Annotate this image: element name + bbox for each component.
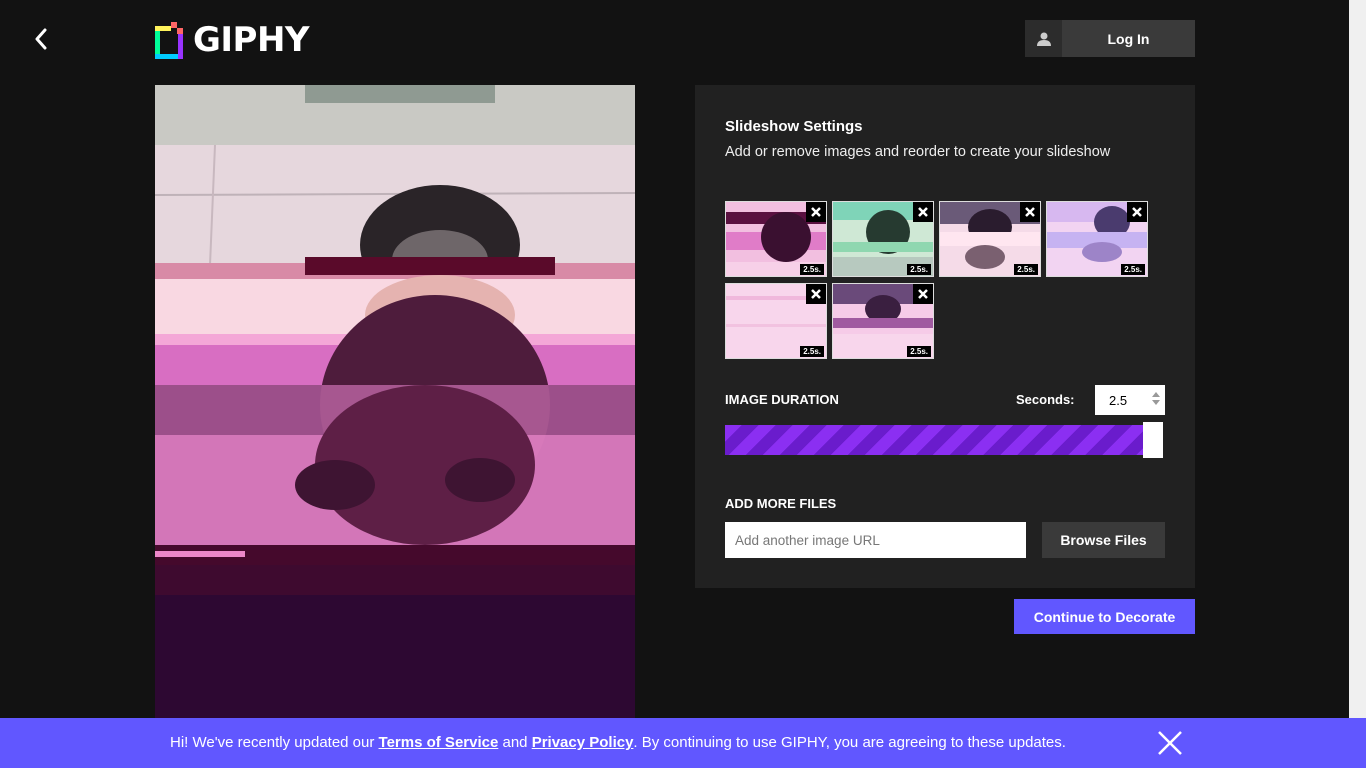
back-button[interactable]: [26, 24, 56, 54]
thumbnail-item[interactable]: 2.5s.: [939, 201, 1041, 277]
thumbnail-duration: 2.5s.: [907, 346, 931, 357]
thumbnail-item[interactable]: 2.5s.: [832, 201, 934, 277]
settings-title: Slideshow Settings: [725, 118, 863, 135]
slideshow-preview: [155, 85, 635, 718]
banner-prefix: Hi! We've recently updated our: [170, 734, 379, 751]
user-icon: [1025, 20, 1062, 57]
privacy-policy-link[interactable]: Privacy Policy: [532, 734, 634, 751]
back-arrow-icon: [35, 28, 47, 50]
seconds-value: 2.5: [1109, 392, 1128, 408]
close-icon[interactable]: [1157, 730, 1183, 756]
close-icon[interactable]: [1020, 202, 1040, 222]
settings-subtitle: Add or remove images and reorder to crea…: [725, 144, 1111, 160]
continue-to-decorate-button[interactable]: Continue to Decorate: [1014, 599, 1195, 634]
close-icon[interactable]: [913, 284, 933, 304]
seconds-input[interactable]: 2.5: [1095, 385, 1165, 415]
close-icon[interactable]: [913, 202, 933, 222]
close-icon[interactable]: [1127, 202, 1147, 222]
close-icon[interactable]: [806, 202, 826, 222]
thumbnail-duration: 2.5s.: [800, 346, 824, 357]
add-more-files-label: ADD MORE FILES: [725, 496, 837, 511]
thumbnail-item[interactable]: 2.5s.: [1046, 201, 1148, 277]
thumbnail-item[interactable]: 2.5s.: [725, 201, 827, 277]
thumbnail-duration: 2.5s.: [1014, 264, 1038, 275]
close-icon[interactable]: [806, 284, 826, 304]
slider-track: [725, 425, 1143, 455]
thumbnail-item[interactable]: 2.5s.: [832, 283, 934, 359]
slideshow-settings-panel: Slideshow Settings Add or remove images …: [695, 85, 1195, 588]
banner-and: and: [498, 734, 532, 751]
duration-slider[interactable]: [725, 422, 1165, 458]
terms-update-banner: Hi! We've recently updated our Terms of …: [0, 718, 1366, 768]
spinner-icon[interactable]: [1151, 390, 1161, 407]
login-button[interactable]: Log In: [1025, 20, 1195, 57]
seconds-label: Seconds:: [1016, 392, 1075, 407]
thumbnail-duration: 2.5s.: [907, 264, 931, 275]
slider-handle[interactable]: [1143, 422, 1163, 458]
terms-of-service-link[interactable]: Terms of Service: [379, 734, 499, 751]
thumbnail-item[interactable]: 2.5s.: [725, 283, 827, 359]
scrollbar[interactable]: [1349, 0, 1366, 718]
image-duration-label: IMAGE DURATION: [725, 392, 839, 407]
giphy-logo-icon: [155, 21, 183, 59]
login-label: Log In: [1107, 30, 1150, 47]
browse-files-button[interactable]: Browse Files: [1042, 522, 1165, 558]
banner-suffix: . By continuing to use GIPHY, you are ag…: [633, 734, 1066, 751]
thumbnail-duration: 2.5s.: [800, 264, 824, 275]
giphy-logo[interactable]: GIPHY: [155, 20, 310, 60]
logo-text: GIPHY: [193, 20, 310, 60]
image-url-input[interactable]: [725, 522, 1026, 558]
thumbnail-duration: 2.5s.: [1121, 264, 1145, 275]
banner-text: Hi! We've recently updated our Terms of …: [170, 734, 1066, 751]
